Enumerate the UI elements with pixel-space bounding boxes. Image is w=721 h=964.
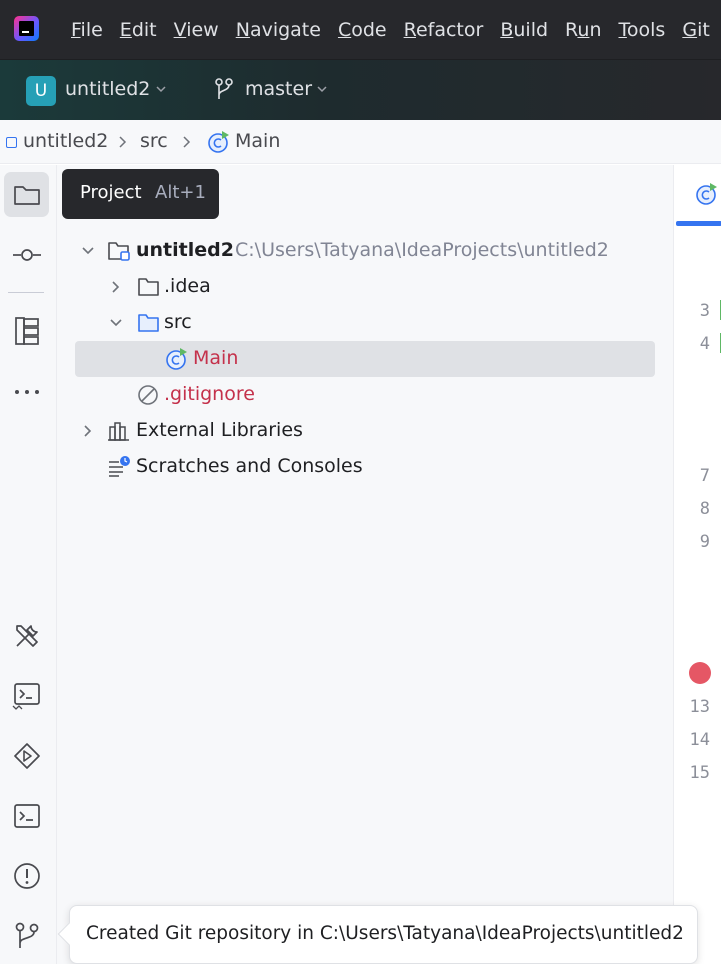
tree-node-idea[interactable]: .idea [57,269,673,305]
src-folder-label: src [164,311,192,333]
menu-view[interactable]: View [174,19,219,41]
git-branch-icon [15,922,38,948]
services-icon [13,742,40,769]
line-number: 15 [689,763,710,783]
terminal-icon [13,803,40,828]
idea-folder-label: .idea [164,275,211,297]
library-icon [108,422,129,441]
menu-items: File Edit View Navigate Code Refactor Bu… [71,0,721,59]
project-switcher[interactable]: untitled2 [65,78,150,100]
line-number: 7 [699,466,710,486]
git-branch-icon[interactable] [213,77,235,103]
problems-icon [13,862,40,889]
chevron-right-icon[interactable] [109,280,123,294]
java-class-icon [166,348,187,370]
chevron-down-icon[interactable] [109,316,123,330]
more-tools-button[interactable] [4,369,49,414]
active-tab-indicator [676,221,721,226]
menu-edit[interactable]: Edit [120,19,157,41]
menu-code[interactable]: Code [338,19,387,41]
line-number: 9 [699,532,710,552]
more-horizontal-icon [14,389,39,394]
project-badge[interactable]: U [26,76,56,106]
java-class-icon[interactable] [694,182,718,206]
tree-node-gitignore[interactable]: .gitignore [57,377,673,413]
line-number: 3 [699,301,710,321]
menu-git[interactable]: Git [682,19,709,41]
structure-tool-button[interactable] [4,308,49,353]
chevron-right-icon [183,136,191,148]
line-number: 8 [699,499,710,519]
strip-separator [8,292,44,293]
menu-run[interactable]: Run [565,19,601,41]
chevron-down-icon[interactable] [156,84,166,94]
breadcrumb-project[interactable]: untitled2 [23,130,108,152]
menu-build[interactable]: Build [500,19,548,41]
wrench-hammer-icon [15,624,38,647]
chevron-right-icon[interactable] [81,424,95,438]
run-console-tool-button[interactable] [4,673,49,718]
git-tool-button[interactable] [4,913,49,958]
breadcrumb-main[interactable]: Main [235,130,280,152]
project-tool-window: untitled2 C:\Users\Tatyana\IdeaProjects\… [57,165,673,964]
main-menu-bar: File Edit View Navigate Code Refactor Bu… [0,0,721,59]
scratches-icon [109,456,130,477]
problems-tool-button[interactable] [4,853,49,898]
menu-refactor[interactable]: Refactor [404,19,484,41]
structure-icon [14,316,39,345]
tooltip-title: Project [80,182,142,203]
source-folder-icon [138,314,159,332]
breakpoint-icon[interactable] [689,662,711,684]
chevron-down-icon[interactable] [81,244,95,258]
tree-node-project-root[interactable]: untitled2 C:\Users\Tatyana\IdeaProjects\… [57,233,673,269]
main-toolbar: U untitled2 master [0,59,721,120]
breadcrumb: untitled2 src Main [0,120,721,164]
project-root-label: untitled2 [136,239,234,261]
breadcrumb-src[interactable]: src [140,130,168,152]
selection-highlight [75,341,655,377]
commit-icon [12,248,41,261]
git-notification-balloon[interactable]: Created Git repository in C:\Users\Tatya… [57,905,698,964]
gitignore-label: .gitignore [164,383,255,405]
project-tool-button[interactable] [4,172,49,217]
notification-message: Created Git repository in C:\Users\Tatya… [86,923,684,944]
tree-node-src[interactable]: src [57,305,673,341]
folder-icon [13,185,40,205]
project-root-path: C:\Users\Tatyana\IdeaProjects\untitled2 [235,239,609,261]
tree-node-external-libraries[interactable]: External Libraries [57,413,673,449]
commit-tool-button[interactable] [4,232,49,277]
scratches-label: Scratches and Consoles [136,455,363,477]
line-number: 4 [699,334,710,354]
folder-icon [138,278,159,296]
editor-area: 3 4 7 8 9 13 14 15 [673,165,721,964]
java-class-icon [208,131,229,153]
console-icon [12,682,40,710]
menu-file[interactable]: File [71,19,103,41]
intellij-idea-logo-icon[interactable] [14,16,39,41]
chevron-down-icon[interactable] [317,84,327,94]
menu-navigate[interactable]: Navigate [236,19,321,41]
tree-node-scratches[interactable]: Scratches and Consoles [57,449,673,485]
main-class-label: Main [193,347,239,369]
ignored-file-icon [138,385,158,405]
module-icon [6,137,17,148]
left-tool-strip [0,165,57,964]
project-tooltip: Project Alt+1 [62,169,219,219]
line-number: 13 [689,697,710,717]
module-folder-icon [108,242,130,261]
tree-node-main[interactable]: Main [57,341,673,377]
tooltip-shortcut: Alt+1 [155,182,206,203]
external-libraries-label: External Libraries [136,419,303,441]
services-tool-button[interactable] [4,733,49,778]
terminal-tool-button[interactable] [4,793,49,838]
branch-switcher[interactable]: master [245,78,312,100]
chevron-right-icon [119,136,127,148]
line-number: 14 [689,730,710,750]
build-tool-button[interactable] [4,613,49,658]
menu-tools[interactable]: Tools [619,19,666,41]
